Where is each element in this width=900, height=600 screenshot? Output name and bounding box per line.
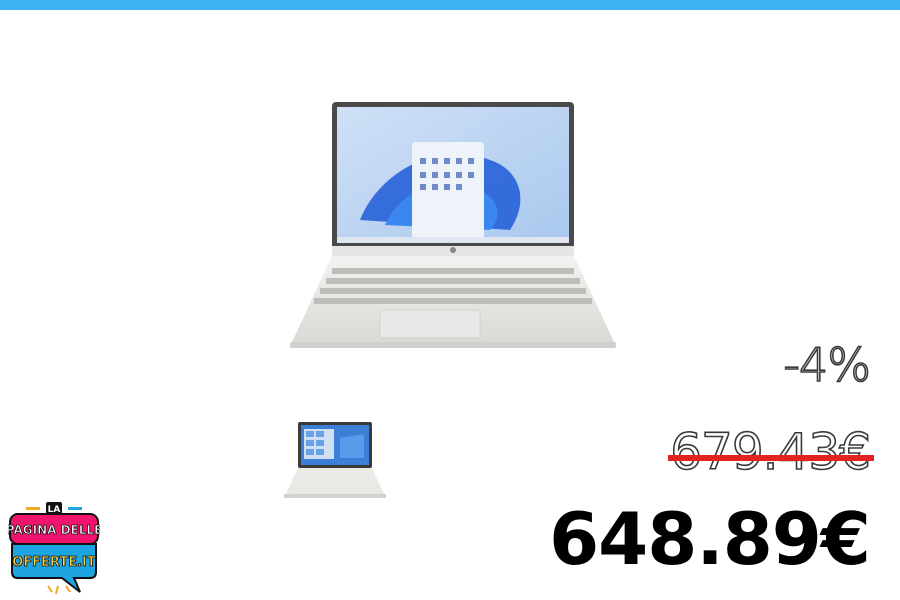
- laptop-thumbnail[interactable]: [284, 420, 386, 500]
- laptop-main-image: [290, 102, 616, 348]
- current-price: 648.89€: [549, 497, 871, 581]
- old-price: 679.43€: [669, 423, 871, 481]
- logo-line3: OFFERTE.IT: [12, 555, 96, 570]
- strikethrough-line: [668, 455, 874, 461]
- old-price-container: 679.43€: [668, 423, 874, 481]
- top-accent-bar: [0, 0, 900, 10]
- site-logo[interactable]: LA PAGINA DELLE OFFERTE.IT: [8, 502, 100, 598]
- logo-line2: PAGINA DELLE: [8, 523, 100, 537]
- discount-badge: -4%: [783, 337, 872, 393]
